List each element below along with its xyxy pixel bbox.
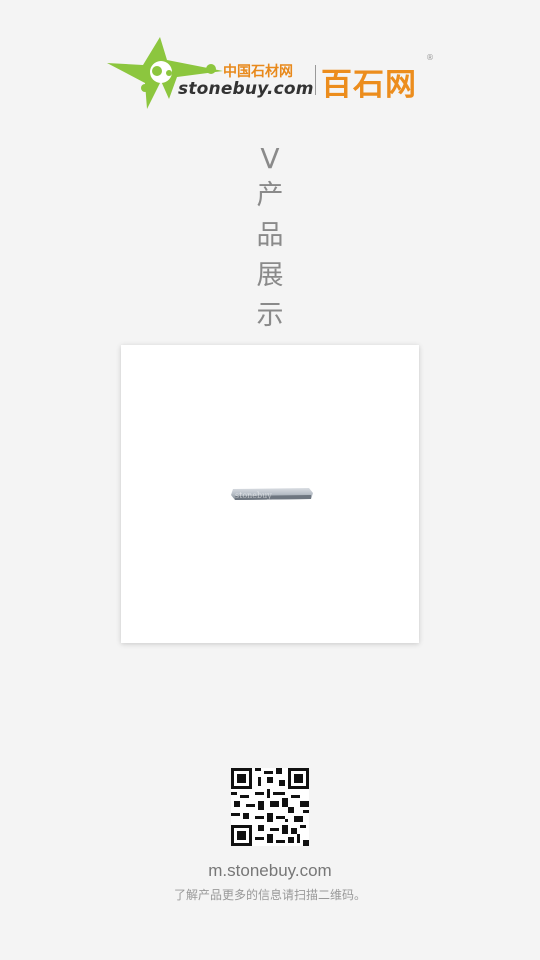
logo-domain: stonebuy.com xyxy=(178,79,314,99)
section-title-char: 示 xyxy=(256,300,284,331)
registered-mark: ® xyxy=(426,53,434,62)
site-logo[interactable]: 中国石材网 stonebuy.com 百石网 ® xyxy=(105,35,440,115)
section-marker: V xyxy=(260,142,280,175)
product-watermark: stonebuy xyxy=(235,491,272,500)
logo-cn-name: 中国石材网 xyxy=(223,64,293,80)
qr-code-icon xyxy=(231,768,309,846)
logo-divider xyxy=(315,65,316,95)
section-title-char: 产 xyxy=(256,180,284,211)
logo-brand: 百石网 xyxy=(321,67,417,103)
site-url[interactable]: m.stonebuy.com xyxy=(0,861,540,881)
logo-star-icon xyxy=(107,37,223,109)
section-title-char: 品 xyxy=(256,220,284,251)
scan-hint: 了解产品更多的信息请扫描二维码。 xyxy=(173,888,366,902)
product-image: stonebuy xyxy=(231,488,313,500)
section-title-char: 展 xyxy=(256,260,284,291)
product-image-card[interactable]: stonebuy xyxy=(121,345,419,643)
section-title: V 产 品 展 示 xyxy=(248,142,292,336)
